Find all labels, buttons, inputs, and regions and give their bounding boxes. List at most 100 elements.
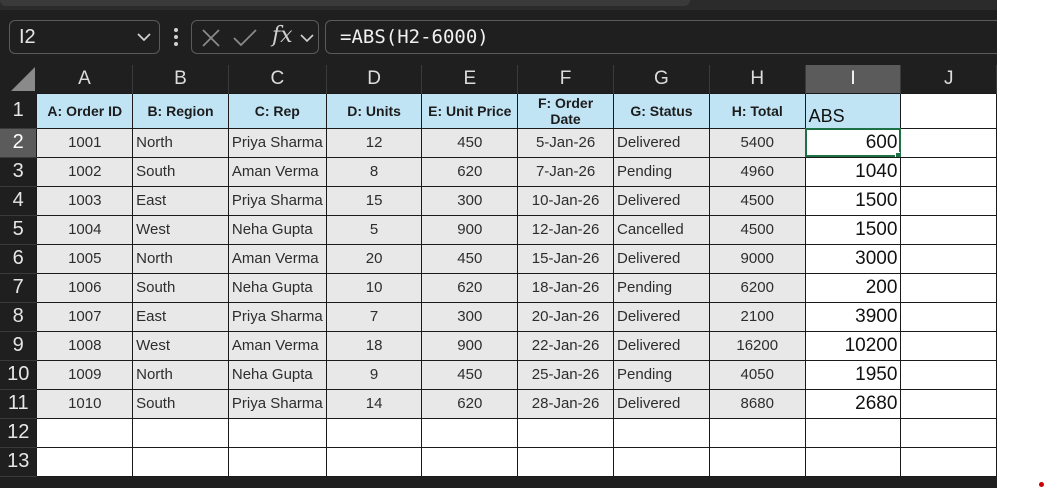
region-cell[interactable]: North	[132, 359, 229, 390]
column-header-g[interactable]: G	[613, 65, 710, 93]
empty-cell[interactable]	[132, 417, 229, 448]
units-cell[interactable]: 14	[325, 388, 423, 419]
order-date-cell[interactable]: 15-Jan-26	[517, 243, 614, 274]
name-box[interactable]: I2	[9, 20, 160, 54]
empty-cell[interactable]	[613, 417, 710, 448]
row-header[interactable]: 11	[0, 389, 37, 419]
header-cell-units[interactable]: D: Units	[325, 92, 423, 129]
total-cell[interactable]: 4960	[708, 156, 806, 187]
total-cell[interactable]: 2100	[708, 301, 806, 332]
region-cell[interactable]: South	[132, 272, 229, 303]
status-cell[interactable]: Pending	[613, 272, 710, 303]
status-cell[interactable]: Delivered	[613, 185, 710, 216]
column-header-b[interactable]: B	[132, 65, 229, 93]
region-cell[interactable]: North	[132, 243, 229, 274]
order-date-cell[interactable]: 28-Jan-26	[517, 388, 614, 419]
row-header[interactable]: 6	[0, 244, 37, 274]
units-cell[interactable]: 5	[325, 214, 423, 245]
empty-cell[interactable]	[804, 446, 902, 477]
empty-cell[interactable]	[227, 417, 327, 448]
rep-cell[interactable]: Aman Verma	[227, 330, 327, 361]
status-cell[interactable]: Delivered	[613, 127, 710, 158]
order-date-cell[interactable]: 7-Jan-26	[517, 156, 614, 187]
units-cell[interactable]: 12	[325, 127, 423, 158]
abs-cell[interactable]: 2680	[804, 388, 902, 419]
units-cell[interactable]: 15	[325, 185, 423, 216]
empty-cell[interactable]	[421, 446, 519, 477]
fill-handle[interactable]	[895, 151, 900, 156]
insert-function-button[interactable]: fx	[272, 23, 293, 48]
status-cell[interactable]: Pending	[613, 156, 710, 187]
empty-cell[interactable]	[900, 388, 997, 419]
units-cell[interactable]: 10	[325, 272, 423, 303]
column-header-e[interactable]: E	[421, 65, 519, 93]
abs-cell[interactable]: 10200	[804, 330, 902, 361]
empty-cell[interactable]	[900, 214, 997, 245]
select-all-button[interactable]	[0, 65, 37, 93]
status-cell[interactable]: Delivered	[613, 243, 710, 274]
abs-cell[interactable]: 200	[804, 272, 902, 303]
empty-cell[interactable]	[900, 417, 997, 448]
units-cell[interactable]: 18	[325, 330, 423, 361]
abs-cell[interactable]: 1500	[804, 185, 902, 216]
empty-cell[interactable]	[900, 301, 997, 332]
header-cell-total[interactable]: H: Total	[708, 92, 806, 129]
order-id-cell[interactable]: 1009	[36, 359, 134, 390]
unit-price-cell[interactable]: 620	[421, 272, 519, 303]
total-cell[interactable]: 4050	[708, 359, 806, 390]
order-id-cell[interactable]: 1003	[36, 185, 134, 216]
chevron-down-icon[interactable]	[300, 33, 314, 43]
status-cell[interactable]: Cancelled	[613, 214, 710, 245]
rep-cell[interactable]: Priya Sharma	[227, 301, 327, 332]
abs-cell[interactable]: 1500	[804, 214, 902, 245]
region-cell[interactable]: East	[132, 301, 229, 332]
empty-cell[interactable]	[900, 92, 997, 129]
header-cell-order-id[interactable]: A: Order ID	[36, 92, 134, 129]
empty-cell[interactable]	[613, 446, 710, 477]
order-id-cell[interactable]: 1005	[36, 243, 134, 274]
units-cell[interactable]: 8	[325, 156, 423, 187]
abs-cell[interactable]: 1040	[804, 156, 902, 187]
rep-cell[interactable]: Neha Gupta	[227, 359, 327, 390]
region-cell[interactable]: West	[132, 330, 229, 361]
rep-cell[interactable]: Neha Gupta	[227, 214, 327, 245]
order-date-cell[interactable]: 5-Jan-26	[517, 127, 614, 158]
column-header-i[interactable]: I	[805, 65, 902, 93]
empty-cell[interactable]	[900, 446, 997, 477]
chevron-down-icon[interactable]	[137, 32, 151, 42]
row-header[interactable]: 1	[0, 93, 37, 129]
total-cell[interactable]: 5400	[708, 127, 806, 158]
header-cell-order-date[interactable]: F: Order Date	[517, 92, 614, 129]
total-cell[interactable]: 8680	[708, 388, 806, 419]
column-header-f[interactable]: F	[517, 65, 614, 93]
empty-cell[interactable]	[900, 156, 997, 187]
status-cell[interactable]: Delivered	[613, 301, 710, 332]
status-cell[interactable]: Pending	[613, 359, 710, 390]
column-header-j[interactable]: J	[900, 65, 997, 93]
formula-input[interactable]: =ABS(H2-6000)	[325, 20, 997, 54]
rep-cell[interactable]: Neha Gupta	[227, 272, 327, 303]
rep-cell[interactable]: Priya Sharma	[227, 185, 327, 216]
header-cell-rep[interactable]: C: Rep	[227, 92, 327, 129]
empty-cell[interactable]	[900, 127, 997, 158]
region-cell[interactable]: North	[132, 127, 229, 158]
unit-price-cell[interactable]: 900	[421, 214, 519, 245]
row-header[interactable]: 5	[0, 215, 37, 245]
more-options-icon[interactable]	[170, 26, 182, 48]
unit-price-cell[interactable]: 300	[421, 301, 519, 332]
order-id-cell[interactable]: 1004	[36, 214, 134, 245]
order-date-cell[interactable]: 25-Jan-26	[517, 359, 614, 390]
total-cell[interactable]: 6200	[708, 272, 806, 303]
unit-price-cell[interactable]: 300	[421, 185, 519, 216]
total-cell[interactable]: 4500	[708, 214, 806, 245]
cancel-icon[interactable]	[200, 27, 222, 49]
active-cell[interactable]: 600	[804, 127, 902, 158]
order-id-cell[interactable]: 1010	[36, 388, 134, 419]
status-cell[interactable]: Delivered	[613, 388, 710, 419]
header-cell-region[interactable]: B: Region	[132, 92, 229, 129]
unit-price-cell[interactable]: 450	[421, 359, 519, 390]
order-id-cell[interactable]: 1006	[36, 272, 134, 303]
region-cell[interactable]: South	[132, 156, 229, 187]
order-date-cell[interactable]: 22-Jan-26	[517, 330, 614, 361]
row-header[interactable]: 13	[0, 447, 37, 477]
